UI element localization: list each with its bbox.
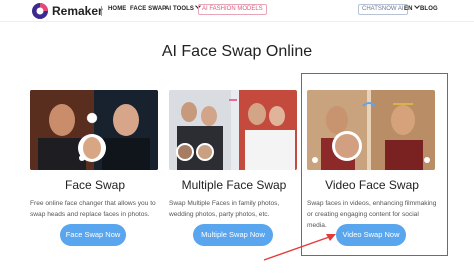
arrow-icon	[263, 234, 336, 261]
card-title: Multiple Face Swap	[181, 178, 287, 192]
remaker-logo-icon[interactable]	[31, 2, 49, 20]
nav-face-swap[interactable]: FACE SWAP	[130, 6, 166, 12]
card-title: Face Swap	[64, 178, 126, 192]
brand-name[interactable]: Remaker	[52, 4, 103, 18]
multiple-face-swap-preview-image[interactable]	[169, 90, 297, 170]
nav-ai-tools[interactable]: AI TOOLS	[165, 3, 201, 12]
nav-home[interactable]: HOME	[108, 6, 126, 12]
nav-language[interactable]: EN	[404, 3, 420, 12]
face-swap-preview-image[interactable]	[30, 90, 158, 170]
nav-chatsnow-ai[interactable]: CHATSNOW AI	[358, 4, 408, 15]
multiple-swap-now-button[interactable]: Multiple Swap Now	[193, 224, 273, 246]
chevron-down-icon	[413, 3, 420, 9]
highlight-box	[301, 73, 448, 256]
nav-language-label: EN	[404, 6, 413, 12]
nav-ai-tools-label: AI TOOLS	[165, 6, 195, 12]
nav-divider	[101, 6, 102, 16]
face-swap-now-button[interactable]: Face Swap Now	[60, 224, 126, 246]
top-nav-bar: Remaker HOME FACE SWAP AI TOOLS AI FASHI…	[0, 0, 474, 22]
page-title: AI Face Swap Online	[161, 43, 313, 60]
card-description: Free online face changer that allows you…	[30, 200, 156, 218]
nav-ai-fashion-models[interactable]: AI FASHION MODELS	[198, 4, 267, 15]
card-description: Swap Multiple Faces in family photos, we…	[169, 200, 280, 218]
nav-blog[interactable]: BLOG	[420, 6, 438, 12]
